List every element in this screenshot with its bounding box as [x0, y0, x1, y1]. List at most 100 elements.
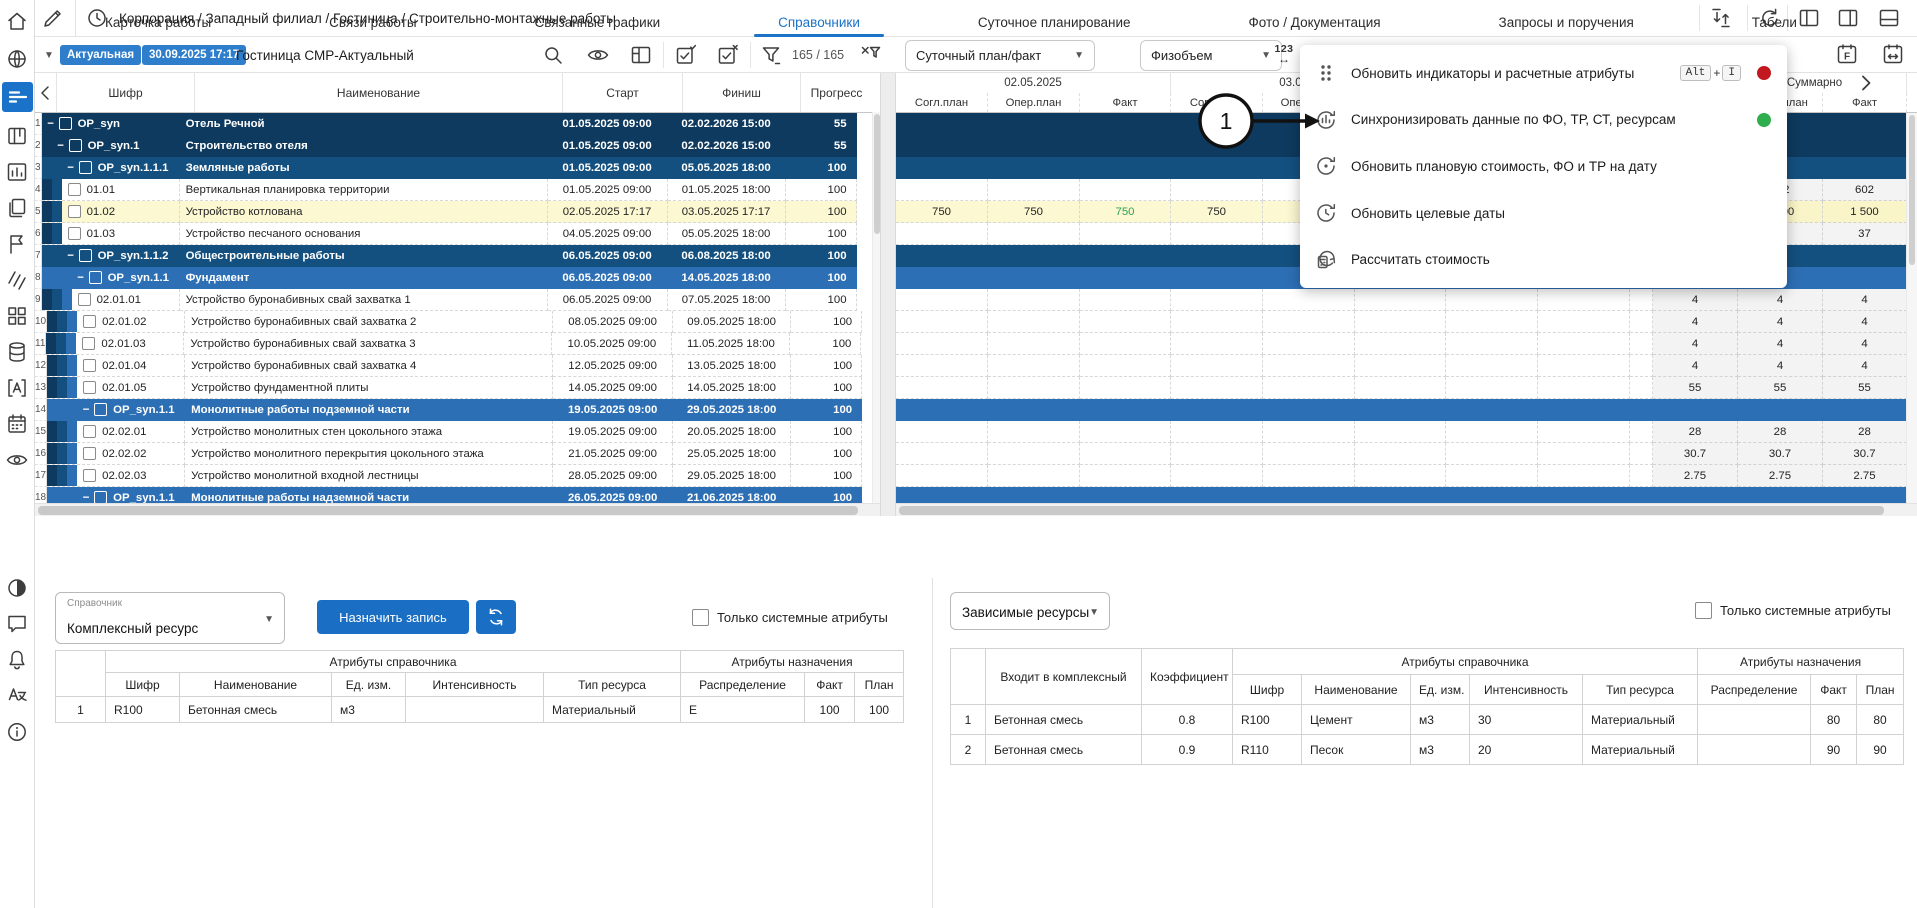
table-row[interactable]: 1Бетонная смесь0.8R100Цементм330Материал… — [951, 705, 1904, 735]
column-header-start[interactable]: Старт — [563, 73, 683, 112]
sidebar-item-calendar[interactable] — [5, 412, 29, 436]
plan-fact-row[interactable] — [896, 487, 1917, 503]
plan-fact-row[interactable]: 282828 — [896, 421, 1917, 443]
collapse-panel-icon[interactable] — [35, 81, 58, 105]
system-attrs-checkbox[interactable]: Только системные атрибуты — [692, 609, 888, 626]
sync-rows-icon[interactable] — [1709, 6, 1733, 30]
sidebar-item-info[interactable] — [5, 720, 29, 744]
directory-select[interactable]: Справочник Комплексный ресурс ▼ — [55, 592, 285, 644]
collapse-toggle-icon[interactable]: − — [66, 250, 76, 262]
scroll-thumb[interactable] — [1909, 115, 1915, 265]
column-header[interactable]: Распределение — [1698, 675, 1811, 705]
tab-6[interactable]: Фото / Документация — [1239, 1, 1391, 43]
table-row[interactable]: 1−OP_synОтель Речной01.05.2025 09:0002.0… — [35, 113, 880, 135]
plan-fact-row[interactable]: 2.752.752.75 — [896, 465, 1917, 487]
sidebar-item-pages[interactable] — [5, 196, 29, 220]
menu-item[interactable]: Обновить плановую стоимость, ФО и ТР на … — [1300, 143, 1787, 190]
tab-7[interactable]: Запросы и поручения — [1489, 1, 1644, 43]
table-row[interactable]: 7−OP_syn.1.1.2Общестроительные работы06.… — [35, 245, 880, 267]
tab-8[interactable]: Табели — [1742, 1, 1807, 43]
table-row[interactable]: 1602.02.02Устройство монолитного перекры… — [35, 443, 880, 465]
range-calendar-icon[interactable] — [1881, 42, 1905, 66]
subcolumn-header[interactable]: Согл.план — [896, 93, 988, 112]
column-header[interactable]: Распределение — [681, 673, 805, 697]
table-row[interactable]: 18−OP_syn.1.1Монолитные работы надземной… — [35, 487, 880, 503]
subcolumn-header[interactable]: Согл.план — [1171, 93, 1263, 112]
collapse-toggle-icon[interactable]: − — [76, 272, 86, 284]
plan-fact-row[interactable]: 444 — [896, 289, 1917, 311]
collapse-toggle-icon[interactable]: − — [46, 118, 56, 130]
plan-fact-row[interactable]: 444 — [896, 355, 1917, 377]
table-row[interactable]: 3−OP_syn.1.1.1Земляные работы01.05.2025 … — [35, 157, 880, 179]
row-checkbox[interactable] — [78, 293, 91, 306]
row-checkbox[interactable] — [94, 403, 107, 416]
assign-record-button[interactable]: Назначить запись — [317, 600, 469, 634]
table-row[interactable]: 902.01.01Устройство буронабивных свай за… — [35, 289, 880, 311]
column-header[interactable]: Шифр — [1233, 675, 1302, 705]
collapse-header-cell[interactable] — [35, 73, 57, 112]
right-grid-vscrollbar[interactable] — [1906, 113, 1917, 503]
column-header[interactable]: План — [1857, 675, 1904, 705]
scroll-right-chevron-icon[interactable] — [1854, 73, 1878, 95]
column-header[interactable]: Тип ресурса — [1583, 675, 1698, 705]
collapse-toggle-icon[interactable]: − — [66, 162, 76, 174]
checkbox-box[interactable] — [1695, 602, 1712, 619]
table-row[interactable]: 1102.01.03Устройство буронабивных свай з… — [35, 333, 880, 355]
sidebar-item-globe[interactable] — [5, 47, 29, 71]
tab-2[interactable]: Связи работы — [319, 1, 426, 43]
sidebar-item-text-a[interactable] — [5, 376, 29, 400]
column-header[interactable]: Факт — [1811, 675, 1857, 705]
table-row[interactable]: 1002.01.02Устройство буронабивных свай з… — [35, 311, 880, 333]
menu-item[interactable]: Обновить целевые даты — [1300, 190, 1787, 237]
subcolumn-header[interactable]: Опер.план — [988, 93, 1080, 112]
row-checkbox[interactable] — [83, 359, 96, 372]
column-header[interactable]: Входит в комплексный — [986, 649, 1142, 705]
sidebar-item-bell[interactable] — [5, 648, 29, 672]
column-header[interactable]: Интенсивность — [1470, 675, 1583, 705]
plan-fact-row[interactable]: 444 — [896, 311, 1917, 333]
menu-item[interactable]: Обновить индикаторы и расчетные атрибуты… — [1300, 50, 1787, 97]
table-row[interactable]: 2−OP_syn.1Строительство отеля01.05.2025 … — [35, 135, 880, 157]
table-row[interactable]: 1702.02.03Устройство монолитной входной … — [35, 465, 880, 487]
eye-icon[interactable] — [586, 43, 610, 67]
column-header[interactable]: Наименование — [180, 673, 332, 697]
subcolumn-header[interactable]: Факт — [1080, 93, 1171, 112]
row-checkbox[interactable] — [83, 425, 96, 438]
column-header[interactable]: Коэффициент — [1142, 649, 1233, 705]
table-row[interactable]: 1302.01.05Устройство фундаментной плиты1… — [35, 377, 880, 399]
row-checkbox[interactable] — [89, 271, 102, 284]
refresh-assignment-button[interactable] — [476, 600, 516, 634]
plan-fact-row[interactable]: 30.730.730.7 — [896, 443, 1917, 465]
system-attrs-checkbox[interactable]: Только системные атрибуты — [1695, 602, 1891, 619]
row-checkbox[interactable] — [68, 183, 81, 196]
table-row[interactable]: 501.02Устройство котлована02.05.2025 17:… — [35, 201, 880, 223]
column-header[interactable]: Шифр — [106, 673, 180, 697]
table-row[interactable]: 14−OP_syn.1.1Монолитные работы подземной… — [35, 399, 880, 421]
sidebar-item-translate[interactable] — [5, 684, 29, 708]
row-checkbox[interactable] — [68, 227, 81, 240]
scroll-thumb[interactable] — [899, 506, 1884, 515]
row-checkbox[interactable] — [59, 117, 72, 130]
row-checkbox[interactable] — [82, 337, 95, 350]
column-header[interactable]: Факт — [805, 673, 855, 697]
uncheck-all-icon[interactable] — [716, 43, 740, 67]
left-grid-hscrollbar[interactable] — [35, 503, 880, 516]
sidebar-item-eye[interactable] — [5, 448, 29, 472]
column-header[interactable]: Наименование — [1302, 675, 1411, 705]
layout-right-icon[interactable] — [1836, 6, 1860, 30]
column-header-code[interactable]: Шифр — [57, 73, 195, 112]
table-row[interactable]: 8−OP_syn.1.1Фундамент06.05.2025 09:0014.… — [35, 267, 880, 289]
table-row[interactable]: 401.01Вертикальная планировка территории… — [35, 179, 880, 201]
column-header-finish[interactable]: Финиш — [683, 73, 801, 112]
sidebar-item-contrast[interactable] — [5, 576, 29, 600]
row-checkbox[interactable] — [83, 315, 96, 328]
column-header[interactable]: Ед. изм. — [1411, 675, 1470, 705]
plan-fact-row[interactable] — [896, 399, 1917, 421]
dependent-select[interactable]: Зависимые ресурсы ▼ — [950, 592, 1110, 630]
layout-bottom-icon[interactable] — [1877, 6, 1901, 30]
tab-5[interactable]: Суточное планирование — [968, 1, 1141, 43]
row-checkbox[interactable] — [79, 249, 92, 262]
row-checkbox[interactable] — [69, 139, 82, 152]
column-width-toggle[interactable]: 123 ↔ — [1268, 39, 1300, 70]
panel-splitter[interactable] — [880, 73, 896, 516]
